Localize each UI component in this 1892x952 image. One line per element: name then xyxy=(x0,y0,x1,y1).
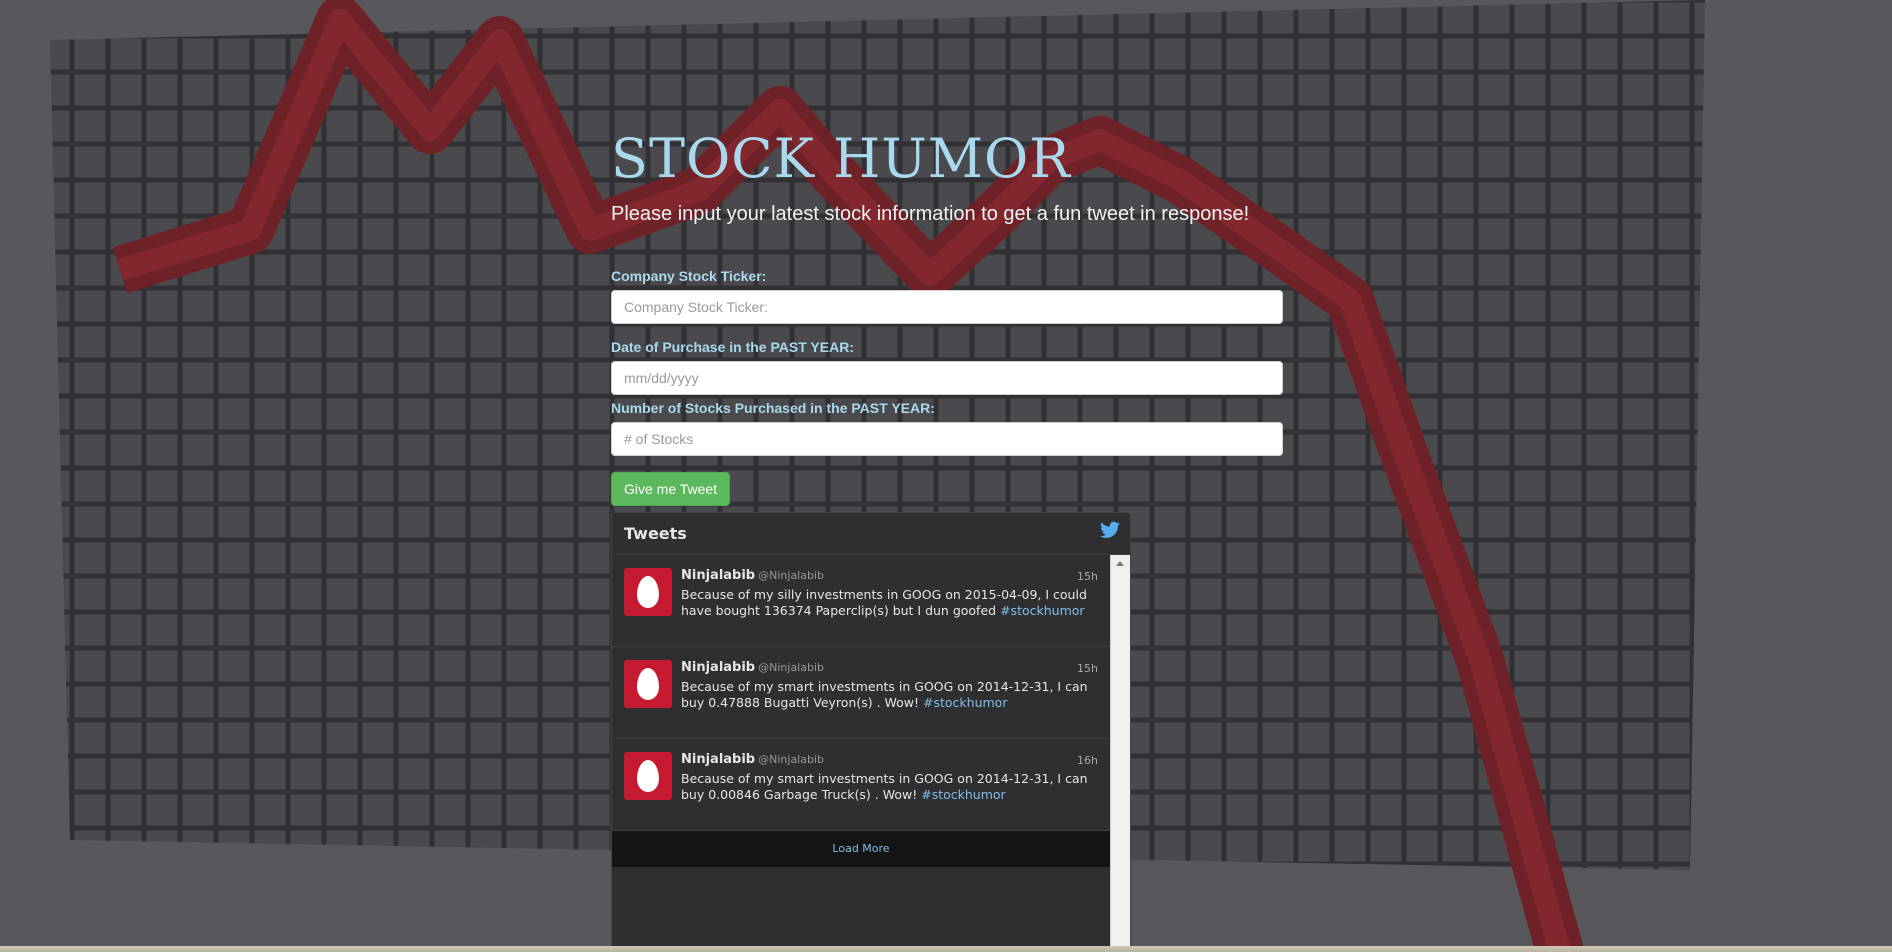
form-container: STOCK HUMOR Please input your latest sto… xyxy=(611,125,1283,506)
egg-avatar-icon xyxy=(637,760,659,792)
tweet-item[interactable]: Ninjalabib @Ninjalabib 16h Because of my … xyxy=(612,739,1110,831)
tweet-header: Ninjalabib @Ninjalabib 15h xyxy=(681,660,1098,675)
os-taskbar xyxy=(0,946,1892,952)
load-more-button[interactable]: Load More xyxy=(612,831,1110,867)
page-title: STOCK HUMOR xyxy=(611,127,1071,190)
stock-count-input[interactable] xyxy=(611,422,1283,456)
avatar[interactable] xyxy=(624,660,672,708)
tweet-list: Ninjalabib @Ninjalabib 15h Because of my … xyxy=(612,555,1110,952)
tweet-text: Because of my smart investments in GOOG … xyxy=(681,771,1088,802)
avatar[interactable] xyxy=(624,568,672,616)
widget-scrollbar[interactable] xyxy=(1110,555,1130,952)
twitter-bird-icon[interactable] xyxy=(1100,521,1120,539)
date-input[interactable] xyxy=(611,361,1283,395)
ticker-group: Company Stock Ticker: xyxy=(611,268,1283,324)
tweet-hashtag[interactable]: #stockhumor xyxy=(923,695,1007,710)
widget-title: Tweets xyxy=(624,524,687,543)
tweet-author-name[interactable]: Ninjalabib xyxy=(681,660,755,675)
tweet-timestamp[interactable]: 15h xyxy=(1077,662,1098,675)
tweet-item[interactable]: Ninjalabib @Ninjalabib 15h Because of my … xyxy=(612,555,1110,647)
tweet-body: Because of my silly investments in GOOG … xyxy=(681,587,1092,619)
date-label: Date of Purchase in the PAST YEAR: xyxy=(611,339,854,355)
widget-header: Tweets xyxy=(612,513,1130,555)
tweet-body: Because of my smart investments in GOOG … xyxy=(681,679,1092,711)
scroll-up-arrow-icon[interactable] xyxy=(1116,561,1124,566)
tweet-timestamp[interactable]: 16h xyxy=(1077,754,1098,767)
tweet-body: Because of my smart investments in GOOG … xyxy=(681,771,1092,803)
tweet-author-handle[interactable]: @Ninjalabib xyxy=(758,753,824,766)
avatar[interactable] xyxy=(624,752,672,800)
tweet-item[interactable]: Ninjalabib @Ninjalabib 15h Because of my … xyxy=(612,647,1110,739)
tweet-author-handle[interactable]: @Ninjalabib xyxy=(758,569,824,582)
twitter-timeline-widget: Tweets Ninjalabib @Ninjalabib 15h Because… xyxy=(611,512,1131,952)
give-tweet-button[interactable]: Give me Tweet xyxy=(611,472,731,506)
date-group: Date of Purchase in the PAST YEAR: xyxy=(611,339,1283,395)
egg-avatar-icon xyxy=(637,576,659,608)
tweet-header: Ninjalabib @Ninjalabib 15h xyxy=(681,568,1098,583)
tweet-hashtag[interactable]: #stockhumor xyxy=(921,787,1005,802)
tweet-timestamp[interactable]: 15h xyxy=(1077,570,1098,583)
tweet-header: Ninjalabib @Ninjalabib 16h xyxy=(681,752,1098,767)
tweet-author-handle[interactable]: @Ninjalabib xyxy=(758,661,824,674)
tweet-author-name[interactable]: Ninjalabib xyxy=(681,568,755,583)
tweet-text: Because of my smart investments in GOOG … xyxy=(681,679,1088,710)
tweet-hashtag[interactable]: #stockhumor xyxy=(1000,603,1084,618)
count-label: Number of Stocks Purchased in the PAST Y… xyxy=(611,400,935,416)
tweet-author-name[interactable]: Ninjalabib xyxy=(681,752,755,767)
page-subtitle: Please input your latest stock informati… xyxy=(611,203,1250,225)
ticker-label: Company Stock Ticker: xyxy=(611,268,767,284)
ticker-input[interactable] xyxy=(611,290,1283,324)
count-group: Number of Stocks Purchased in the PAST Y… xyxy=(611,400,1283,456)
egg-avatar-icon xyxy=(637,668,659,700)
